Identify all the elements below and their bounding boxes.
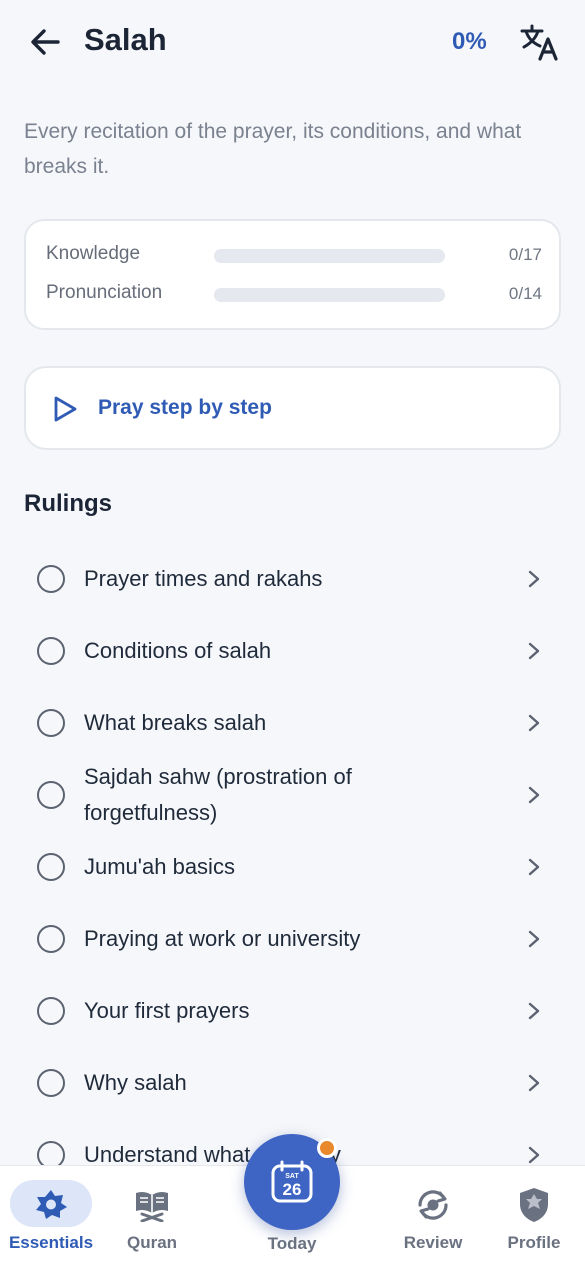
list-item-label: What breaks salah — [84, 710, 267, 735]
nav-profile[interactable]: Profile — [494, 1166, 574, 1266]
back-button[interactable] — [28, 26, 62, 58]
incomplete-circle-icon — [37, 781, 65, 809]
incomplete-circle-icon — [37, 1069, 65, 1097]
progress-bar — [214, 288, 445, 302]
calendar-weekday: SAT — [285, 1173, 299, 1180]
nav-label: Review — [403, 1233, 463, 1252]
chevron-right-icon — [528, 786, 540, 804]
header: Salah 0% — [0, 0, 585, 84]
progress-label: Pronunciation — [46, 282, 163, 303]
incomplete-circle-icon — [37, 997, 65, 1025]
nav-review[interactable]: Review — [392, 1166, 474, 1266]
calendar-icon: SAT 26 — [271, 1160, 313, 1203]
play-icon — [54, 396, 77, 422]
chevron-right-icon — [528, 1002, 540, 1020]
chevron-right-icon — [528, 714, 540, 732]
list-item-label: Your first prayers — [84, 998, 250, 1023]
knowledge-progress-row: Knowledge 0/17 — [46, 240, 542, 270]
nav-label: Essentials — [8, 1233, 94, 1252]
translate-button[interactable] — [520, 22, 558, 62]
chevron-right-icon — [528, 1074, 540, 1092]
incomplete-circle-icon — [37, 1141, 65, 1165]
translate-icon — [520, 24, 558, 61]
page-description: Every recitation of the prayer, its cond… — [24, 120, 522, 178]
nav-label: Today — [267, 1234, 317, 1253]
rulings-heading: Rulings — [24, 490, 112, 517]
progress-card: Knowledge 0/17 Pronunciation 0/14 — [24, 219, 561, 330]
chevron-right-icon — [528, 858, 540, 876]
incomplete-circle-icon — [37, 709, 65, 737]
list-item-label: Praying at work or university — [84, 926, 361, 951]
pray-step-by-step-button[interactable]: Pray step by step — [24, 366, 561, 450]
list-item[interactable]: Conditions of salah — [0, 615, 585, 687]
list-item-label: Why salah — [84, 1070, 187, 1095]
chevron-right-icon — [528, 930, 540, 948]
calendar-date: 26 — [283, 1180, 302, 1199]
list-item[interactable]: Your first prayers — [0, 975, 585, 1047]
page-title: Salah — [84, 22, 167, 57]
notification-dot — [317, 1138, 337, 1158]
list-item[interactable]: What breaks salah — [0, 687, 585, 759]
incomplete-circle-icon — [37, 565, 65, 593]
nav-essentials[interactable]: Essentials — [8, 1166, 94, 1266]
book-icon — [136, 1191, 168, 1222]
list-item[interactable]: Sajdah sahw (prostration of forgetfulnes… — [0, 759, 585, 831]
nav-label: Quran — [126, 1233, 178, 1252]
pray-step-by-step-label: Pray step by step — [98, 396, 272, 419]
chevron-right-icon — [528, 642, 540, 660]
list-item-label: Jumu'ah basics — [84, 854, 235, 879]
list-item[interactable]: Jumu'ah basics — [0, 831, 585, 903]
nav-label: Profile — [507, 1233, 561, 1252]
review-refresh-icon — [418, 1190, 448, 1220]
list-item-label: Conditions of salah — [84, 638, 272, 663]
list-item[interactable]: Prayer times and rakahs — [0, 543, 585, 615]
chevron-right-icon — [528, 1146, 540, 1164]
list-item-label: Sajdah sahw (prostration of forgetfulnes… — [84, 764, 352, 825]
nav-quran[interactable]: Quran — [112, 1166, 192, 1266]
progress-bar — [214, 249, 445, 263]
incomplete-circle-icon — [37, 853, 65, 881]
progress-count: 0/17 — [508, 245, 542, 264]
arrow-left-icon — [31, 29, 60, 55]
incomplete-circle-icon — [37, 925, 65, 953]
shield-icon — [520, 1188, 548, 1222]
list-item-label: Prayer times and rakahs — [84, 566, 323, 591]
rulings-list: Prayer times and rakahs Conditions of sa… — [0, 543, 585, 1165]
incomplete-circle-icon — [37, 637, 65, 665]
pronunciation-progress-row: Pronunciation 0/14 — [46, 279, 542, 309]
progress-percent: 0% — [452, 28, 487, 55]
progress-label: Knowledge — [46, 243, 141, 264]
list-item[interactable]: Praying at work or university — [0, 903, 585, 975]
star-icon — [36, 1190, 67, 1219]
progress-count: 0/14 — [508, 284, 542, 303]
list-item[interactable]: Why salah — [0, 1047, 585, 1119]
chevron-right-icon — [528, 570, 540, 588]
